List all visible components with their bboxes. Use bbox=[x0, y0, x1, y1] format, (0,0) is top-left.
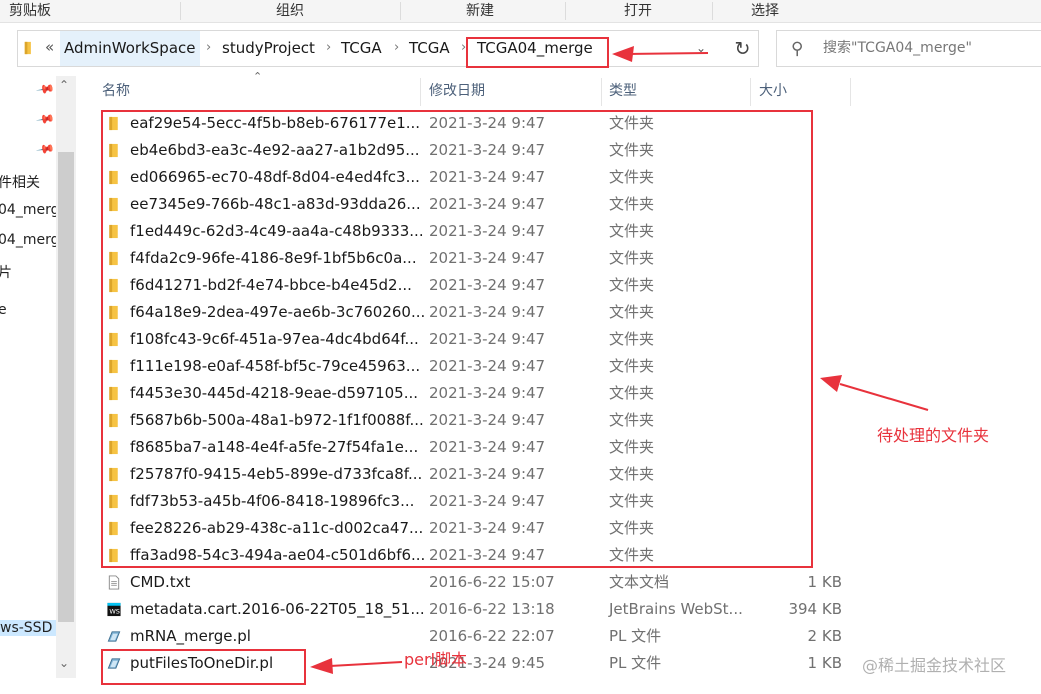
folder-icon bbox=[24, 41, 31, 55]
nav-item[interactable]: 04_merge bbox=[0, 202, 56, 218]
file-size: 1 KB bbox=[807, 654, 842, 672]
annotation-box-current-folder bbox=[466, 37, 609, 68]
column-divider[interactable] bbox=[750, 78, 751, 106]
column-header-modified[interactable]: 修改日期 bbox=[429, 76, 485, 106]
nav-item-selected[interactable]: ws-SSD ( bbox=[0, 620, 56, 636]
ribbon-divider bbox=[400, 2, 401, 20]
ribbon-group-new[interactable]: 新建 bbox=[466, 0, 494, 22]
breadcrumb-chevron-icon[interactable]: › bbox=[206, 31, 211, 66]
sort-ascending-icon: ⌃ bbox=[253, 70, 263, 83]
text-file-icon bbox=[108, 575, 120, 590]
ribbon-group-select[interactable]: 选择 bbox=[751, 0, 779, 22]
file-type: PL 文件 bbox=[609, 654, 662, 672]
ribbon-group-clipboard[interactable]: 剪贴板 bbox=[9, 0, 51, 22]
breadcrumb-item-tcga[interactable]: TCGA bbox=[341, 31, 382, 66]
search-box[interactable]: ⚲ 搜索"TCGA04_merge" bbox=[776, 30, 1041, 67]
file-name: metadata.cart.2016-06-22T05_18_51... bbox=[130, 600, 425, 618]
file-name: mRNA_merge.pl bbox=[130, 627, 251, 645]
nav-item[interactable]: 04_merge bbox=[0, 232, 56, 248]
table-row[interactable]: WS metadata.cart.2016-06-22T05_18_51... 20… bbox=[100, 596, 860, 623]
annotation-label-folders: 待处理的文件夹 bbox=[877, 426, 990, 445]
perl-file-icon bbox=[107, 631, 121, 642]
file-name: CMD.txt bbox=[130, 573, 191, 591]
table-row[interactable]: mRNA_merge.pl 2016-6-22 22:07 PL 文件 2 KB bbox=[100, 623, 860, 650]
ribbon-divider bbox=[565, 2, 566, 20]
breadcrumb-item-adminworkspace[interactable]: AdminWorkSpace bbox=[60, 31, 200, 66]
chevron-down-icon[interactable]: ⌄ bbox=[696, 41, 706, 55]
file-size: 394 KB bbox=[788, 600, 842, 618]
pin-icon[interactable]: 📌 bbox=[35, 79, 55, 99]
ribbon-bar: 剪贴板 组织 新建 打开 选择 bbox=[0, 0, 1041, 23]
file-type: 文本文档 bbox=[609, 573, 670, 591]
annotation-label-perl: perl脚本 bbox=[404, 650, 468, 669]
navigation-pane: 📌 📌 📌 件相关 04_merge 04_merge 片 e ws-SSD ( bbox=[0, 76, 56, 694]
file-type: PL 文件 bbox=[609, 627, 662, 645]
breadcrumb-overflow-button[interactable]: « bbox=[45, 38, 54, 56]
nav-scrollbar[interactable]: ⌃ ⌄ bbox=[56, 76, 76, 678]
ribbon-group-open[interactable]: 打开 bbox=[624, 0, 652, 22]
annotation-box-folders bbox=[101, 110, 813, 568]
file-size: 2 KB bbox=[807, 627, 842, 645]
file-date: 2016-6-22 13:18 bbox=[429, 600, 555, 618]
file-size: 1 KB bbox=[807, 573, 842, 591]
column-header-name[interactable]: 名称 bbox=[102, 76, 130, 106]
file-date: 2016-6-22 15:07 bbox=[429, 573, 555, 591]
scroll-down-icon[interactable]: ⌄ bbox=[59, 656, 69, 670]
scrollbar-thumb[interactable] bbox=[58, 152, 74, 622]
file-type: JetBrains WebSt... bbox=[609, 600, 743, 618]
search-input[interactable]: 搜索"TCGA04_merge" bbox=[823, 31, 972, 66]
table-row[interactable]: CMD.txt 2016-6-22 15:07 文本文档 1 KB bbox=[100, 569, 860, 596]
ribbon-divider bbox=[180, 2, 181, 20]
ribbon-group-organize[interactable]: 组织 bbox=[276, 0, 304, 22]
column-divider[interactable] bbox=[420, 78, 421, 106]
column-header-type[interactable]: 类型 bbox=[609, 76, 637, 106]
nav-item[interactable]: 片 bbox=[0, 262, 12, 282]
webstorm-file-icon: WS bbox=[107, 602, 121, 617]
watermark: @稀土掘金技术社区 bbox=[862, 656, 1007, 675]
search-icon: ⚲ bbox=[791, 39, 804, 59]
ribbon-divider bbox=[712, 2, 713, 20]
breadcrumb-chevron-icon[interactable]: › bbox=[394, 31, 399, 66]
breadcrumb-item-studyproject[interactable]: studyProject bbox=[222, 31, 315, 66]
pin-icon[interactable]: 📌 bbox=[35, 109, 55, 129]
breadcrumb-chevron-icon[interactable]: › bbox=[326, 31, 331, 66]
column-divider[interactable] bbox=[850, 78, 851, 106]
breadcrumb-item-tcga-2[interactable]: TCGA bbox=[409, 31, 450, 66]
refresh-icon: ↻ bbox=[734, 37, 751, 60]
refresh-button[interactable]: ↻ bbox=[724, 30, 761, 67]
nav-item[interactable]: 件相关 bbox=[0, 172, 40, 192]
annotation-box-perl-script bbox=[101, 649, 306, 685]
scroll-up-icon[interactable]: ⌃ bbox=[59, 78, 69, 92]
column-divider[interactable] bbox=[601, 78, 602, 106]
pin-icon[interactable]: 📌 bbox=[35, 139, 55, 159]
nav-item[interactable]: e bbox=[0, 302, 7, 318]
column-header-size[interactable]: 大小 bbox=[759, 76, 787, 106]
address-bar[interactable]: « AdminWorkSpace › studyProject › TCGA ›… bbox=[17, 30, 759, 67]
svg-text:WS: WS bbox=[109, 607, 120, 615]
